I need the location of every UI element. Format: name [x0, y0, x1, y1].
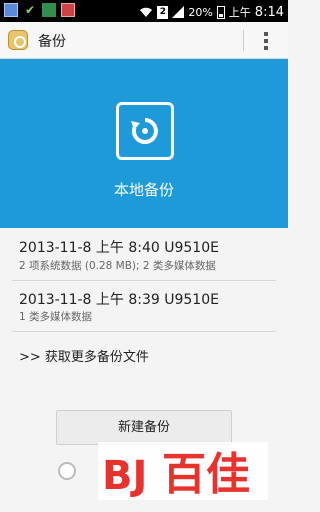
backup-title: 2013-11-8 上午 8:39 U9510E — [19, 292, 219, 308]
page-title: 备份 — [38, 34, 66, 50]
svg-text:百佳: 百佳 — [162, 449, 250, 500]
radio-button[interactable] — [58, 462, 76, 480]
backup-list-item[interactable]: 2013-11-8 上午 8:40 U9510E 2 项系统数据 (0.28 M… — [0, 228, 288, 284]
backup-detail: 1 类多媒体数据 — [19, 311, 93, 323]
restore-icon — [116, 102, 174, 160]
gallery-notification-icon — [61, 3, 75, 17]
watermark-logo: BJ 百佳 — [98, 442, 268, 500]
backup-app-icon[interactable] — [8, 30, 28, 50]
list-divider — [12, 331, 276, 332]
get-more-backups-link[interactable]: >> 获取更多备份文件 — [19, 346, 149, 365]
action-bar: 备份 — [0, 22, 288, 59]
backup-detail: 2 项系统数据 (0.28 MB); 2 类多媒体数据 — [19, 260, 216, 272]
battery-percent: 20% — [188, 5, 213, 19]
app-notification-icon — [42, 3, 56, 17]
new-backup-button[interactable]: 新建备份 — [56, 410, 232, 445]
local-backup-banner[interactable]: 本地备份 — [0, 59, 288, 228]
wifi-icon — [140, 7, 153, 17]
battery-icon — [216, 5, 225, 19]
action-bar-divider — [243, 30, 244, 51]
clock: 8:14 — [254, 4, 284, 20]
overflow-menu-icon[interactable] — [259, 30, 273, 51]
backup-list-item[interactable]: 2013-11-8 上午 8:39 U9510E 1 类多媒体数据 — [0, 281, 288, 335]
signal-icon — [172, 6, 185, 18]
check-notification-icon: ✔ — [24, 3, 36, 17]
backup-title: 2013-11-8 上午 8:40 U9510E — [19, 240, 219, 256]
notification-icons: ✔ — [4, 3, 75, 17]
image-notification-icon — [4, 3, 18, 17]
svg-text:BJ: BJ — [102, 453, 147, 499]
status-bar: ✔ 2 20% 上午 8:14 — [0, 0, 288, 22]
local-backup-label: 本地备份 — [113, 181, 174, 199]
time-period: 上午 — [228, 6, 251, 19]
system-icons: 2 20% 上午 8:14 — [139, 4, 284, 20]
sim-icon: 2 — [157, 5, 169, 19]
